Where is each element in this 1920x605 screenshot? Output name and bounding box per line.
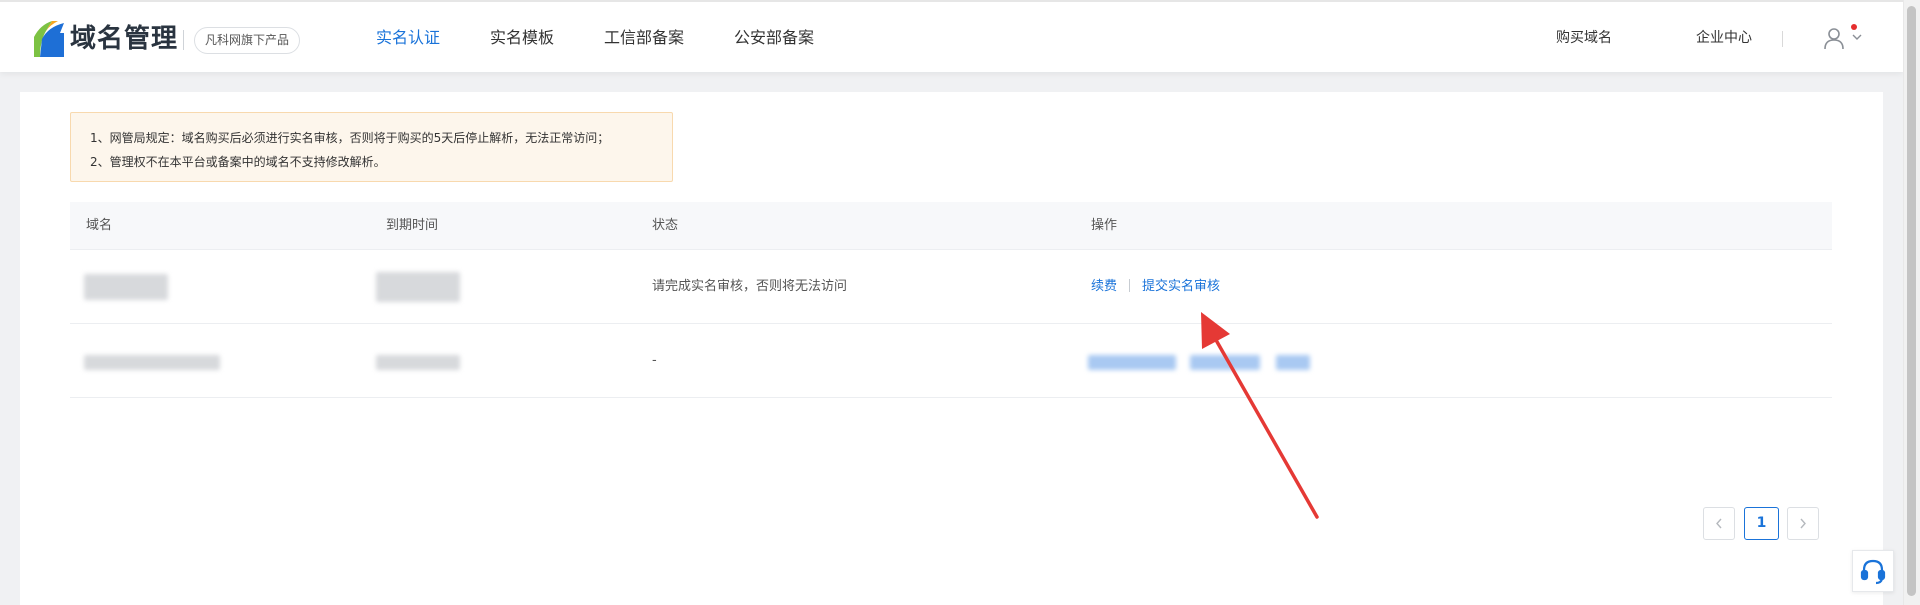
prev-page-button[interactable]: [1703, 507, 1735, 540]
user-avatar-icon[interactable]: [1822, 26, 1846, 50]
nav-tab-real-name-template[interactable]: 实名模板: [490, 2, 554, 74]
table-header: 域名 到期时间 状态 操作: [70, 202, 1832, 250]
notice-line-1: 1、网管局规定：域名购买后必须进行实名审核，否则将于购买的5天后停止解析，无法正…: [90, 131, 610, 145]
chevron-right-icon: [1800, 518, 1806, 529]
nav-tab-police-filing[interactable]: 公安部备案: [734, 2, 814, 74]
submit-real-name-review-link[interactable]: 提交实名审核: [1142, 279, 1220, 294]
redacted-action-link[interactable]: [1088, 355, 1176, 370]
page-scrollbar-thumb[interactable]: [1907, 6, 1916, 596]
nav-tab-real-name-auth[interactable]: 实名认证: [376, 2, 440, 74]
action-divider: [1129, 279, 1131, 292]
redacted-expiry: [376, 355, 460, 370]
notification-dot: [1851, 24, 1857, 30]
customer-service-button[interactable]: [1852, 550, 1894, 592]
chevron-left-icon: [1716, 518, 1722, 529]
content-card: 1、网管局规定：域名购买后必须进行实名审核，否则将于购买的5天后停止解析，无法正…: [20, 92, 1883, 605]
header-divider: [1782, 31, 1783, 47]
redacted-action-link[interactable]: [1276, 355, 1310, 370]
page-number-button[interactable]: 1: [1744, 507, 1779, 540]
column-header-status: 状态: [652, 218, 679, 233]
table-row: -: [70, 324, 1832, 398]
brand-divider: [183, 30, 184, 50]
buy-domain-link[interactable]: 购买域名: [1556, 2, 1612, 74]
row-actions: 续费 提交实名审核: [1091, 250, 1220, 324]
top-header: 域名管理 凡科网旗下产品 实名认证 实名模板 工信部备案 公安部备案 购买域名 …: [0, 0, 1903, 72]
row-status: 请完成实名审核，否则将无法访问: [652, 279, 848, 294]
column-header-domain: 域名: [86, 218, 113, 233]
brand-title[interactable]: 域名管理: [70, 22, 178, 56]
renew-link[interactable]: 续费: [1091, 279, 1117, 294]
redacted-domain: [84, 274, 168, 300]
notice-line-2: 2、管理权不在本平台或备案中的域名不支持修改解析。: [90, 155, 386, 169]
notice-box: 1、网管局规定：域名购买后必须进行实名审核，否则将于购买的5天后停止解析，无法正…: [70, 112, 673, 182]
headset-icon: [1860, 559, 1886, 585]
nav-tab-miit-filing[interactable]: 工信部备案: [604, 2, 684, 74]
brand-logo-icon[interactable]: [30, 19, 66, 57]
column-header-expiry: 到期时间: [386, 218, 439, 233]
enterprise-center-link[interactable]: 企业中心: [1696, 2, 1752, 74]
redacted-domain: [84, 355, 220, 370]
chevron-down-icon[interactable]: [1852, 33, 1862, 41]
main-nav: 实名认证 实名模板 工信部备案 公安部备案: [376, 2, 864, 74]
row-status: -: [652, 353, 657, 368]
redacted-action-link[interactable]: [1190, 355, 1260, 370]
redacted-expiry: [376, 272, 460, 302]
next-page-button[interactable]: [1787, 507, 1819, 540]
product-badge[interactable]: 凡科网旗下产品: [194, 27, 301, 54]
table-row: 请完成实名审核，否则将无法访问 续费 提交实名审核: [70, 250, 1832, 324]
column-header-actions: 操作: [1091, 218, 1118, 233]
